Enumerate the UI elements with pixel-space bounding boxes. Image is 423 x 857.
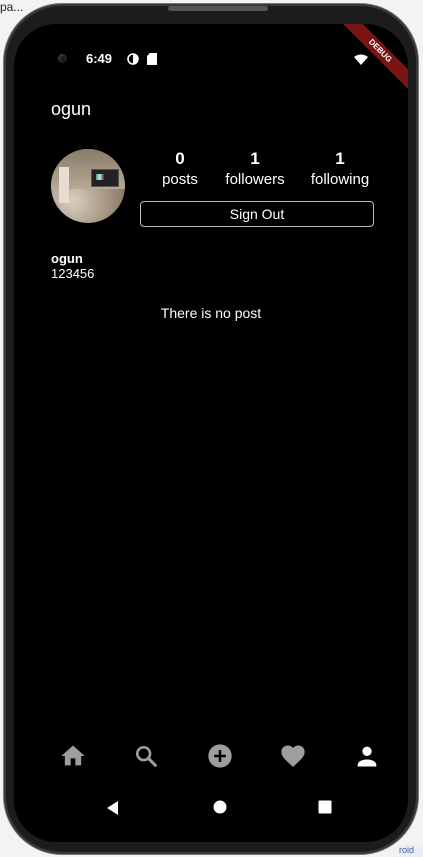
phone-top-edge bbox=[168, 6, 268, 11]
stat-following-label: following bbox=[310, 171, 370, 188]
stat-following-count: 1 bbox=[335, 149, 345, 168]
avatar-photo-shelf bbox=[59, 167, 69, 203]
profile-name: ogun bbox=[51, 251, 83, 266]
stat-followers-count: 1 bbox=[250, 149, 260, 168]
home-icon[interactable] bbox=[59, 742, 87, 770]
sd-card-icon bbox=[147, 52, 157, 70]
empty-posts-message: There is no post bbox=[160, 305, 262, 321]
recents-icon[interactable] bbox=[318, 800, 332, 819]
search-icon[interactable] bbox=[132, 742, 160, 770]
home-circle-icon[interactable] bbox=[213, 800, 227, 819]
front-camera bbox=[58, 54, 67, 63]
host-window-title: pa... bbox=[0, 0, 24, 14]
status-bar: 6:49 DEBUG bbox=[14, 24, 408, 92]
sign-out-button[interactable]: Sign Out bbox=[140, 201, 374, 227]
debug-banner: DEBUG bbox=[339, 24, 408, 92]
profile-username-title: ogun bbox=[51, 99, 92, 119]
system-navigation-bar bbox=[14, 794, 408, 824]
stat-followers[interactable]: 1 followers bbox=[210, 148, 300, 190]
add-circle-icon[interactable] bbox=[206, 742, 234, 770]
bottom-navigation-bar bbox=[14, 736, 408, 776]
avatar-photo-tv bbox=[91, 169, 119, 187]
status-time: 6:49 bbox=[86, 51, 113, 66]
avatar[interactable] bbox=[51, 149, 125, 223]
data-saver-icon bbox=[127, 52, 139, 70]
wifi-icon bbox=[354, 52, 368, 70]
profile-stats: 0 posts 1 followers 1 following bbox=[133, 148, 397, 188]
favorite-icon[interactable] bbox=[279, 742, 307, 770]
back-icon[interactable] bbox=[105, 800, 121, 821]
stat-following[interactable]: 1 following bbox=[295, 148, 385, 190]
profile-bio: 123456 bbox=[51, 266, 95, 281]
stat-followers-label: followers bbox=[225, 171, 285, 188]
app-screen: 6:49 DEBUG ogun 0 posts 1 followers 1 fo… bbox=[14, 24, 408, 842]
host-corner-label: roid bbox=[399, 845, 423, 857]
person-icon[interactable] bbox=[353, 742, 381, 770]
phone-frame: 6:49 DEBUG ogun 0 posts 1 followers 1 fo… bbox=[4, 4, 418, 854]
